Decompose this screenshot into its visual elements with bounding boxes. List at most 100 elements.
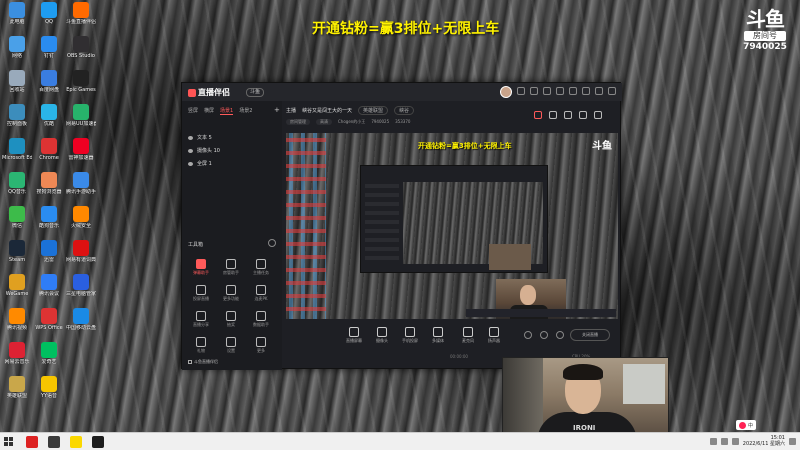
tag-pill[interactable]: 峡谷 — [394, 106, 415, 115]
lock-icon[interactable] — [549, 111, 557, 119]
mail-icon[interactable] — [517, 87, 525, 95]
desktop-icon[interactable]: 网络 — [2, 36, 32, 68]
desktop-icon[interactable]: 中国移动云盘 — [66, 308, 96, 340]
desktop-icon[interactable]: 网易UU加速器 — [66, 104, 96, 136]
tool-button[interactable]: 设置 — [216, 335, 246, 361]
desktop-icon[interactable]: Epic Games — [66, 70, 96, 102]
clock[interactable]: 15:01 2022/6/11 星期六 — [743, 435, 785, 447]
source-item[interactable]: 全屏 1 — [186, 157, 278, 170]
scene-tab[interactable]: 竖屏 — [188, 107, 198, 115]
settings-icon[interactable] — [556, 87, 564, 95]
tool-button[interactable]: 投屏直播 — [186, 283, 216, 309]
chevron-up-icon[interactable] — [709, 437, 717, 445]
desktop-icon[interactable]: QQ音乐 — [2, 172, 32, 204]
tool-button[interactable]: 更多功能 — [216, 283, 246, 309]
desktop-icon[interactable]: 腾讯手游助手 — [66, 172, 96, 204]
start-stream-button[interactable]: 关闭直播 — [570, 329, 610, 341]
desktop-icon[interactable]: 网易有道词典 — [66, 240, 96, 272]
desktop-icon[interactable]: Chrome — [34, 138, 64, 170]
taskbar-app-icon[interactable] — [26, 436, 38, 448]
desktop-icon[interactable]: QQ — [34, 2, 64, 34]
gear-icon[interactable] — [556, 331, 564, 339]
eye-icon[interactable] — [188, 135, 193, 140]
control-button[interactable]: 直播屏幕 — [342, 327, 366, 344]
stream-title[interactable]: 峡谷又是闯王大的一天 — [302, 107, 352, 114]
tool-button[interactable]: 弹幕助手 — [186, 257, 216, 283]
desktop-icon[interactable]: 三星电脑管家 — [66, 274, 96, 306]
desktop-icon[interactable]: 腾讯会议 — [34, 274, 64, 306]
chat-icon[interactable] — [543, 87, 551, 95]
checkbox-icon[interactable] — [188, 360, 192, 364]
footer-checkbox[interactable]: 斗鱼直播伴侣 — [188, 359, 218, 365]
menu-icon[interactable] — [569, 87, 577, 95]
desktop-icon[interactable]: 搜狗浏览器 — [34, 172, 64, 204]
desktop-icon[interactable]: 微信 — [2, 206, 32, 238]
control-button[interactable]: 手机投屏 — [398, 327, 422, 344]
scene-tab[interactable]: 横屏 — [204, 107, 214, 115]
add-scene-button[interactable]: + — [274, 106, 280, 114]
toolbox-toggle-icon[interactable] — [268, 239, 276, 247]
desktop-icon[interactable]: WeGame — [2, 274, 32, 306]
desktop-icon[interactable]: OBS Studio — [66, 36, 96, 68]
desktop-icon[interactable]: 钉钉 — [34, 36, 64, 68]
control-button[interactable]: 扬声器 — [482, 327, 506, 344]
taskbar-app-icon[interactable] — [92, 436, 104, 448]
tool-button[interactable]: 直播分享 — [186, 309, 216, 335]
source-item[interactable]: 摄像头 10 — [186, 144, 278, 157]
desktop-icon[interactable]: 斗鱼直播伴侣 — [66, 2, 96, 34]
quality-pill[interactable]: 高清 — [316, 118, 332, 125]
stream-preview[interactable]: 开通钻粉=赢3排位+无限上车 斗鱼 — [286, 133, 618, 319]
gift-icon[interactable] — [534, 111, 542, 119]
desktop-icon[interactable]: 雷神加速器 — [66, 138, 96, 170]
desktop-icon[interactable]: 优酷 — [34, 104, 64, 136]
desktop-icon[interactable]: 火绒安全 — [66, 206, 96, 238]
desktop-icon[interactable]: Microsoft Edge — [2, 138, 32, 170]
control-button[interactable]: 麦克风 — [456, 327, 480, 344]
desktop-icon[interactable]: 迅雷 — [34, 240, 64, 272]
ime-mode-label[interactable]: 中 — [748, 422, 753, 429]
eye-icon[interactable] — [540, 331, 548, 339]
tool-button[interactable]: 主播任务 — [246, 257, 276, 283]
edit-icon[interactable] — [564, 111, 572, 119]
scene-tab[interactable]: 场景2 — [239, 107, 252, 115]
tool-button[interactable]: 抽奖 — [216, 309, 246, 335]
source-item[interactable]: 文本 5 — [186, 131, 278, 144]
control-button[interactable]: 摄像头 — [370, 327, 394, 344]
share-icon[interactable] — [594, 111, 602, 119]
close-icon[interactable] — [608, 87, 616, 95]
eye-icon[interactable] — [188, 148, 193, 153]
maximize-icon[interactable] — [595, 87, 603, 95]
desktop-icon[interactable]: 控制面板 — [2, 104, 32, 136]
bell-icon[interactable] — [579, 111, 587, 119]
eye-icon[interactable] — [188, 161, 193, 166]
control-button[interactable]: 多媒体 — [426, 327, 450, 344]
desktop-icon[interactable]: YY语音 — [34, 376, 64, 408]
camera-toggle-icon[interactable] — [524, 331, 532, 339]
user-avatar[interactable] — [500, 86, 512, 98]
minimize-icon[interactable] — [582, 87, 590, 95]
sogou-ime-icon[interactable] — [739, 421, 746, 429]
desktop-icon[interactable]: 英雄联盟 — [2, 376, 32, 408]
category-pill[interactable]: 英雄联盟 — [358, 106, 389, 115]
tool-button[interactable]: 礼物 — [186, 335, 216, 361]
notification-icon[interactable] — [789, 437, 796, 445]
desktop-icon[interactable]: 腾讯视频 — [2, 308, 32, 340]
desktop-icon[interactable]: 酷狗音乐 — [34, 206, 64, 238]
desktop-icon[interactable]: 此电脑 — [2, 2, 32, 34]
ime-toolbar[interactable]: 中 — [736, 420, 757, 430]
room-manage-pill[interactable]: 房间管理 — [286, 118, 310, 125]
taskbar-app-icon[interactable] — [70, 436, 82, 448]
screen-icon[interactable] — [530, 87, 538, 95]
tool-button[interactable]: 房管助手 — [216, 257, 246, 283]
volume-icon[interactable] — [731, 437, 739, 445]
desktop-icon[interactable]: 爱奇艺 — [34, 342, 64, 374]
tool-button[interactable]: 连麦PK — [246, 283, 276, 309]
app-badge[interactable]: 斗鱼 — [246, 88, 265, 97]
desktop-icon[interactable]: WPS Office — [34, 308, 64, 340]
scene-tab[interactable]: 场景1 — [220, 107, 234, 115]
network-icon[interactable] — [720, 437, 728, 445]
tool-button[interactable]: 数据助手 — [246, 309, 276, 335]
desktop-icon[interactable]: 百度网盘 — [34, 70, 64, 102]
desktop-icon[interactable]: 回收站 — [2, 70, 32, 102]
tool-button[interactable]: 更多 — [246, 335, 276, 361]
